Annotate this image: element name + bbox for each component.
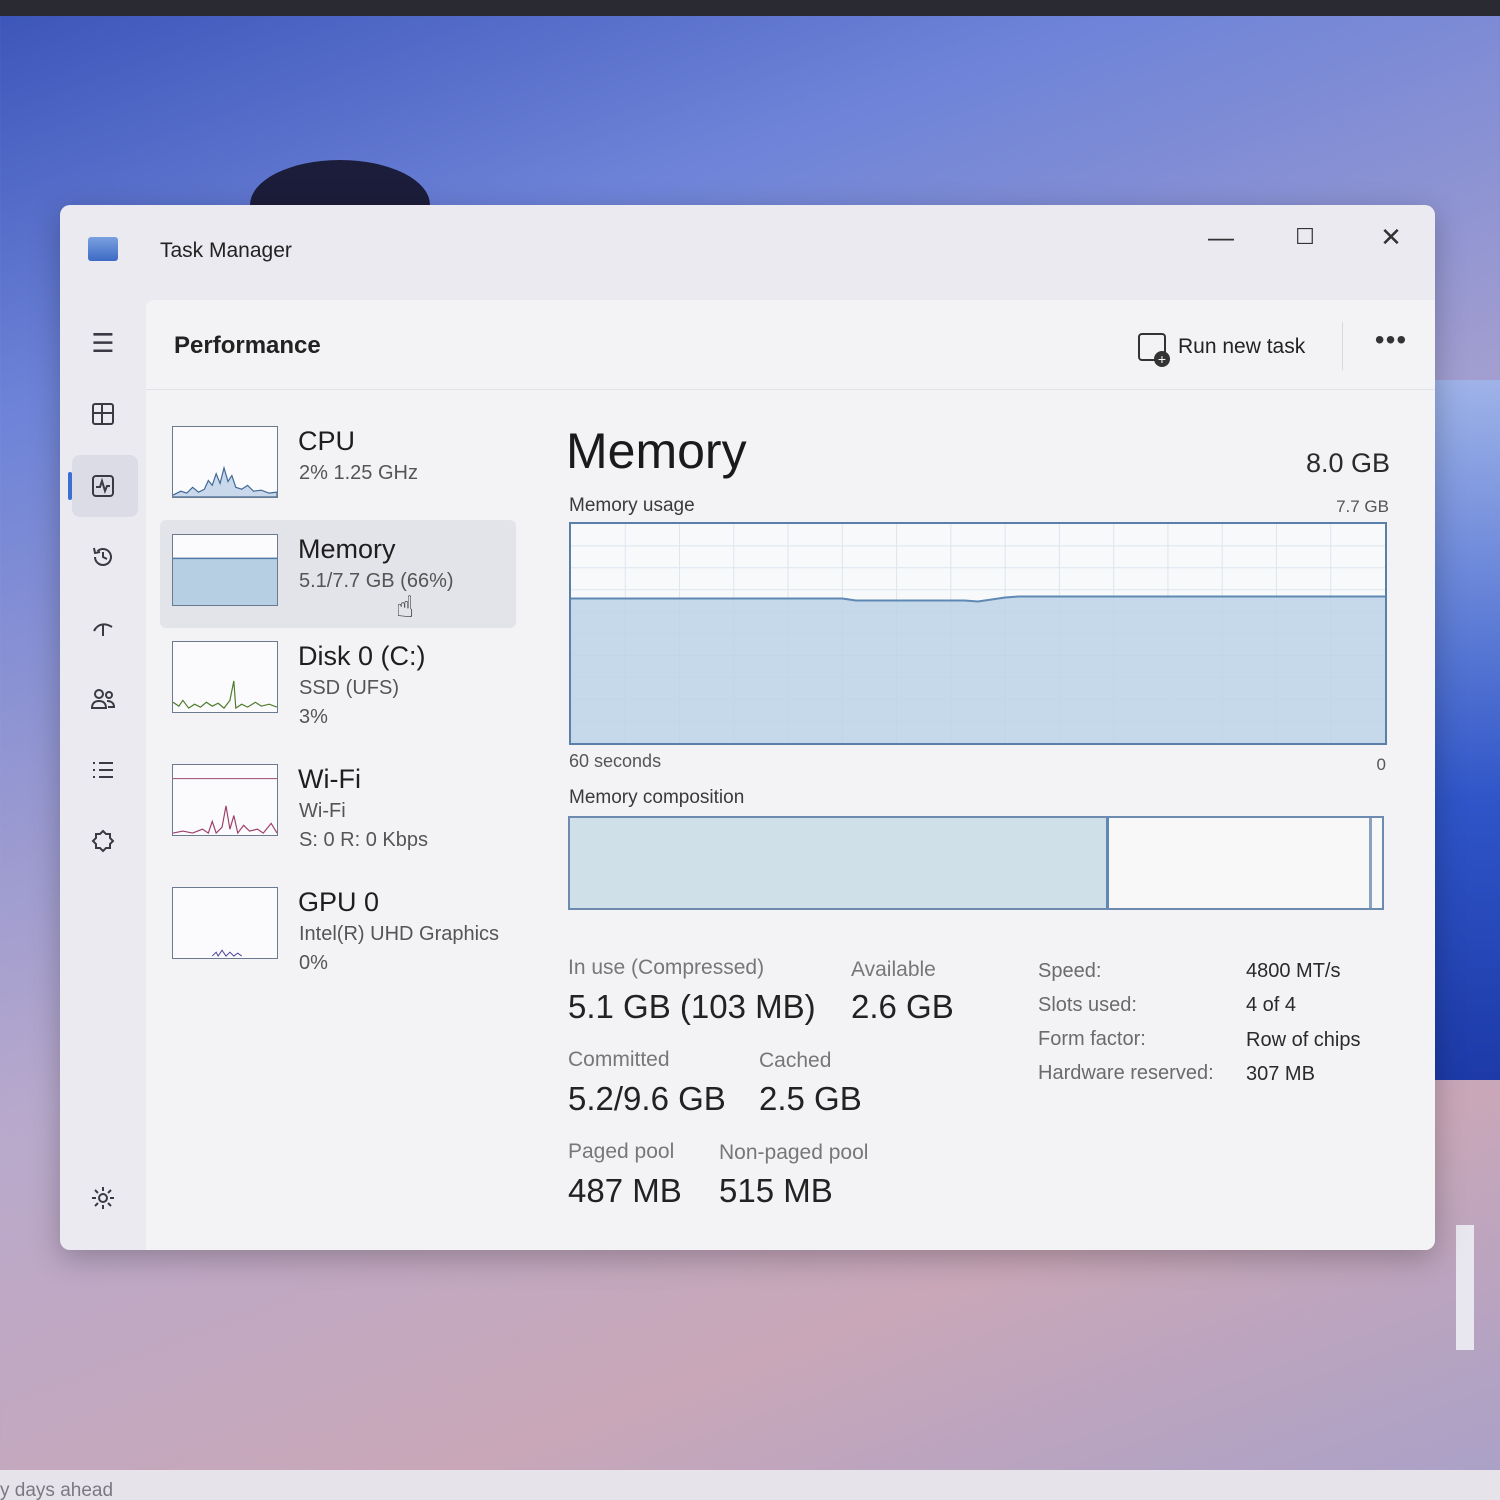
in-use-label: In use (Compressed) <box>568 956 765 979</box>
task-manager-window: Task Manager — ☐ ✕ ☰ Performance + Run n… <box>60 205 1435 1250</box>
device-stat: 0% <box>299 952 328 974</box>
non-paged-pool-value: 515 MB <box>719 1172 833 1209</box>
device-item-memory[interactable]: Memory 5.1/7.7 GB (66%) <box>160 520 516 628</box>
composition-in-use-segment <box>570 818 1109 908</box>
memory-usage-label: Memory usage <box>569 495 695 516</box>
device-type: Intel(R) UHD Graphics <box>299 923 500 945</box>
hand-cursor-icon: ☝ <box>396 591 415 624</box>
cached-value: 2.5 GB <box>759 1080 862 1117</box>
memory-composition-label: Memory composition <box>569 787 745 808</box>
settings-icon[interactable] <box>82 1177 124 1219</box>
non-paged-pool-label: Non-paged pool <box>719 1141 869 1164</box>
memory-usage-area <box>571 596 1385 743</box>
close-button[interactable]: ✕ <box>1368 219 1414 255</box>
memory-thumbnail-graph <box>172 534 278 606</box>
wifi-thumbnail-graph <box>172 764 278 836</box>
device-name: CPU <box>298 426 356 456</box>
run-new-task-icon <box>1138 333 1170 367</box>
speed-value: 4800 MT/s <box>1246 960 1341 982</box>
run-new-task-label: Run new task <box>1178 335 1306 358</box>
committed-value: 5.2/9.6 GB <box>568 1080 726 1117</box>
detail-title: Memory <box>566 423 747 479</box>
form-factor-value: Row of chips <box>1246 1029 1361 1051</box>
available-value: 2.6 GB <box>851 988 954 1025</box>
users-icon[interactable] <box>82 678 124 720</box>
device-stat: 3% <box>299 706 328 728</box>
device-stat: S: 0 R: 0 Kbps <box>299 829 428 851</box>
desktop-widget-text: y days ahead <box>0 1480 114 1500</box>
details-icon[interactable] <box>82 749 124 791</box>
device-item-wifi[interactable]: Wi-Fi Wi-Fi S: 0 R: 0 Kbps <box>160 750 516 858</box>
screen-bezel <box>0 0 1500 16</box>
window-title: Task Manager <box>160 239 292 262</box>
gpu-thumbnail-graph <box>172 887 278 959</box>
maximize-button[interactable]: ☐ <box>1282 219 1328 255</box>
wallpaper-shape <box>1456 1225 1474 1350</box>
page-header: Performance Run new task ••• <box>146 300 1435 390</box>
performance-icon[interactable] <box>82 465 124 507</box>
page-title: Performance <box>174 332 321 359</box>
hamburger-menu-icon[interactable]: ☰ <box>82 322 124 364</box>
device-name: GPU 0 <box>298 887 380 917</box>
form-factor-label: Form factor: <box>1038 1028 1146 1050</box>
graph-time-right: 0 <box>1376 755 1386 774</box>
memory-usage-graph <box>569 522 1387 745</box>
available-label: Available <box>851 958 936 981</box>
device-stat: 5.1/7.7 GB (66%) <box>299 570 454 592</box>
hardware-reserved-value: 307 MB <box>1246 1063 1315 1085</box>
device-type: Wi-Fi <box>299 800 346 822</box>
slots-used-label: Slots used: <box>1038 994 1137 1016</box>
device-type: SSD (UFS) <box>299 677 399 699</box>
startup-apps-icon[interactable] <box>82 607 124 649</box>
processes-icon[interactable] <box>82 393 124 435</box>
device-item-gpu[interactable]: GPU 0 Intel(R) UHD Graphics 0% <box>160 873 516 981</box>
device-name: Wi-Fi <box>298 764 361 794</box>
composition-reserved-segment <box>1369 818 1372 908</box>
cpu-thumbnail-graph <box>172 426 278 498</box>
disk-thumbnail-graph <box>172 641 278 713</box>
paged-pool-value: 487 MB <box>568 1172 682 1209</box>
desktop-widget-bar <box>0 1470 1500 1500</box>
device-name: Memory <box>298 534 396 564</box>
memory-composition-bar <box>568 816 1384 910</box>
in-use-value: 5.1 GB (103 MB) <box>568 988 816 1025</box>
graph-time-left: 60 seconds <box>569 751 662 771</box>
minimize-button[interactable]: — <box>1198 219 1244 255</box>
header-divider <box>1342 322 1343 370</box>
title-bar: Task Manager — ☐ ✕ <box>60 205 1435 300</box>
paged-pool-label: Paged pool <box>568 1140 675 1163</box>
performance-page: Performance Run new task ••• CPU 2% 1.25… <box>146 300 1435 1250</box>
services-icon[interactable] <box>82 820 124 862</box>
memory-usage-max: 7.7 GB <box>1336 497 1389 516</box>
run-new-task-button[interactable]: Run new task <box>1138 326 1305 368</box>
hardware-reserved-label: Hardware reserved: <box>1038 1062 1214 1084</box>
task-manager-app-icon <box>88 237 118 261</box>
app-history-icon[interactable] <box>82 536 124 578</box>
device-name: Disk 0 (C:) <box>298 641 426 671</box>
memory-total: 8.0 GB <box>1305 448 1390 478</box>
speed-label: Speed: <box>1038 960 1102 982</box>
nav-active-indicator <box>68 472 72 500</box>
device-item-disk[interactable]: Disk 0 (C:) SSD (UFS) 3% <box>160 627 516 735</box>
more-options-button[interactable]: ••• <box>1366 326 1416 366</box>
committed-label: Committed <box>568 1048 670 1071</box>
nav-sidebar: ☰ <box>60 300 145 1250</box>
device-item-cpu[interactable]: CPU 2% 1.25 GHz <box>160 412 516 520</box>
device-stat: 2% 1.25 GHz <box>299 462 418 484</box>
cached-label: Cached <box>759 1049 832 1072</box>
slots-used-value: 4 of 4 <box>1246 994 1297 1016</box>
